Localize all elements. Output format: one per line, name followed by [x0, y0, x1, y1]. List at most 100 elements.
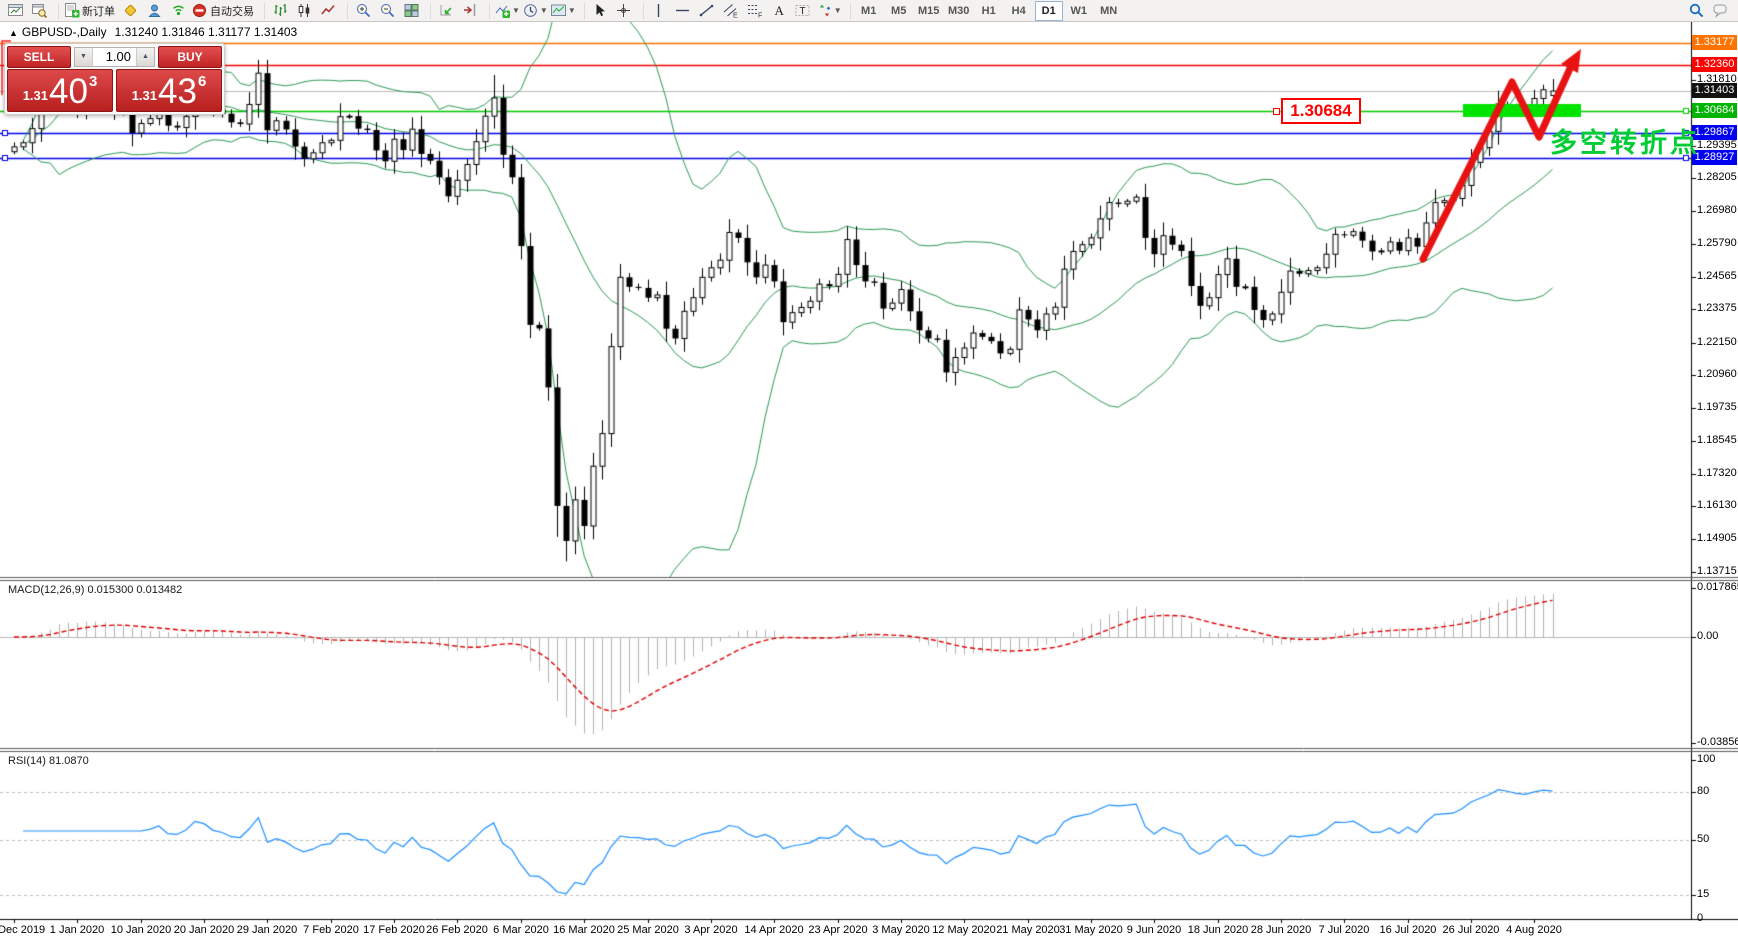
new-order-button-label: 新订单 [82, 3, 117, 19]
candles-chart-icon[interactable] [292, 0, 316, 22]
turning-point-annotation[interactable]: 多空转折点 [1550, 121, 1700, 160]
price-line-badge: 1.32360 [1692, 57, 1737, 72]
arrows-icon[interactable]: ▼ [815, 0, 843, 22]
fibo-icon[interactable]: F [743, 0, 767, 22]
toolbar-separator [844, 3, 851, 19]
price-line-badge: 1.33177 [1692, 35, 1737, 50]
dropdown-arrow-icon[interactable]: ▼ [568, 6, 576, 15]
timeframe-button-M1[interactable]: M1 [855, 1, 883, 21]
chart-shift-icon[interactable] [458, 0, 482, 22]
svg-text:T: T [800, 6, 806, 17]
chart-ohlc-values: 1.31240 1.31846 1.31177 1.31403 [115, 25, 298, 39]
date-axis-label: 4 Aug 2020 [1494, 924, 1574, 936]
macd-axis-tick: 0.017865 [1697, 581, 1738, 593]
bars-chart-icon[interactable] [268, 0, 292, 22]
sell-price-small: 1.31 [23, 88, 48, 103]
hline-icon[interactable] [671, 0, 695, 22]
zoom-out-icon[interactable] [375, 0, 399, 22]
volume-decrease-button[interactable]: ▼ [75, 48, 93, 66]
autotrade-button[interactable]: 自动交易 [190, 0, 257, 22]
zoom-in-icon[interactable] [351, 0, 375, 22]
label-icon[interactable]: T [791, 0, 815, 22]
text-icon[interactable]: A [767, 0, 791, 22]
volume-field[interactable]: 1.00 [93, 48, 136, 66]
price-chart-canvas[interactable] [0, 0, 1738, 941]
timeframe-button-M15[interactable]: M15 [915, 1, 943, 21]
templates-button[interactable]: ▼ [549, 0, 577, 22]
line-chart-icon[interactable] [316, 0, 340, 22]
chart-symbol-period: GBPUSD-,Daily [22, 25, 107, 39]
sell-price-big: 40 [49, 74, 88, 110]
sell-button[interactable]: SELL [7, 46, 71, 68]
volume-increase-button[interactable]: ▲ [136, 48, 154, 66]
rsi-axis-tick: 80 [1697, 785, 1709, 797]
dropdown-arrow-icon[interactable]: ▼ [512, 6, 520, 15]
macd-indicator-label: MACD(12,26,9) 0.015300 0.013482 [8, 584, 182, 596]
dropdown-arrow-icon[interactable]: ▼ [540, 6, 548, 15]
autotrade-button-label: 自动交易 [210, 3, 256, 19]
price-axis-tick: 1.16130 [1697, 499, 1737, 511]
dropdown-arrow-icon[interactable]: ▼ [834, 6, 842, 15]
chat-icon[interactable] [1708, 0, 1732, 22]
cursor-icon[interactable] [588, 0, 612, 22]
price-axis-tick: 1.18545 [1697, 434, 1737, 446]
svg-text:F: F [758, 13, 762, 20]
price-axis-tick: 1.19735 [1697, 401, 1737, 413]
timeframe-button-M5[interactable]: M5 [885, 1, 913, 21]
vline-icon[interactable] [647, 0, 671, 22]
indicators-button[interactable]: ▼ [493, 0, 521, 22]
toolbar-separator [341, 3, 348, 19]
autoscroll-icon[interactable] [434, 0, 458, 22]
search-icon[interactable] [1684, 0, 1708, 22]
buy-price-panel[interactable]: 1.31436 [116, 69, 222, 112]
toolbar-separator [424, 3, 431, 19]
community-icon[interactable] [142, 0, 166, 22]
toolbar-separator [483, 3, 490, 19]
crosshair-icon[interactable] [612, 0, 636, 22]
buy-price-sup: 6 [198, 73, 206, 90]
sell-price-sup: 3 [89, 73, 97, 90]
price-axis-tick: 1.24565 [1697, 270, 1737, 282]
channel-icon[interactable]: E [719, 0, 743, 22]
svg-text:E: E [733, 13, 738, 20]
rsi-axis-tick: 0 [1697, 912, 1703, 924]
price-line-badge: 1.30684 [1692, 103, 1737, 118]
timeframe-button-W1[interactable]: W1 [1065, 1, 1093, 21]
sell-price-panel[interactable]: 1.31403 [7, 69, 113, 112]
timeframe-button-H4[interactable]: H4 [1005, 1, 1033, 21]
trendline-icon[interactable] [695, 0, 719, 22]
rsi-axis-tick: 15 [1697, 888, 1709, 900]
mt4-window: 新订单 自动交易 ▼ ▼ ▼ E FAT ▼ M1M5M15M30H1H4D1W1MN ▲ GBP… [0, 0, 1738, 941]
price-label-anchor-icon [1273, 108, 1280, 115]
toolbar-separator [258, 3, 265, 19]
tile-windows-icon[interactable] [399, 0, 423, 22]
toolbar: 新订单 自动交易 ▼ ▼ ▼ E FAT ▼ M1M5M15M30H1H4D1W1MN [0, 0, 1738, 22]
support-price-label[interactable]: 1.30684 [1281, 98, 1361, 124]
price-axis-tick: 1.13715 [1697, 565, 1737, 577]
price-axis-tick: 1.25790 [1697, 237, 1737, 249]
chart-window-icon[interactable] [3, 0, 27, 22]
timeframe-button-MN[interactable]: MN [1095, 1, 1123, 21]
buy-button[interactable]: BUY [158, 46, 222, 68]
signals-icon[interactable] [166, 0, 190, 22]
chart-title: ▲ GBPUSD-,Daily 1.31240 1.31846 1.31177 1.… [9, 25, 297, 39]
toolbar-separator [637, 3, 644, 19]
toolbar-separator [52, 3, 59, 19]
macd-axis-tick: -0.038561 [1697, 736, 1738, 748]
toolbar-right-group [1684, 0, 1738, 22]
panel-collapse-icon[interactable]: ▲ [9, 28, 18, 38]
volume-stepper: ▼ 1.00 ▲ [74, 47, 155, 67]
timeframe-button-M30[interactable]: M30 [945, 1, 973, 21]
profiles-icon[interactable] [27, 0, 51, 22]
new-order-button[interactable]: 新订单 [62, 0, 118, 22]
gold-icon[interactable] [118, 0, 142, 22]
timeframe-button-H1[interactable]: H1 [975, 1, 1003, 21]
price-axis-tick: 1.23375 [1697, 302, 1737, 314]
one-click-trading-panel: SELL ▼ 1.00 ▲ BUY 1.31403 1.31436 [4, 43, 225, 115]
periods-button[interactable]: ▼ [521, 0, 549, 22]
support-price-value: 1.30684 [1290, 101, 1351, 120]
price-axis-tick: 1.17320 [1697, 467, 1737, 479]
timeframe-button-D1[interactable]: D1 [1035, 1, 1063, 21]
price-axis-tick: 1.26980 [1697, 204, 1737, 216]
buy-price-small: 1.31 [132, 88, 157, 103]
